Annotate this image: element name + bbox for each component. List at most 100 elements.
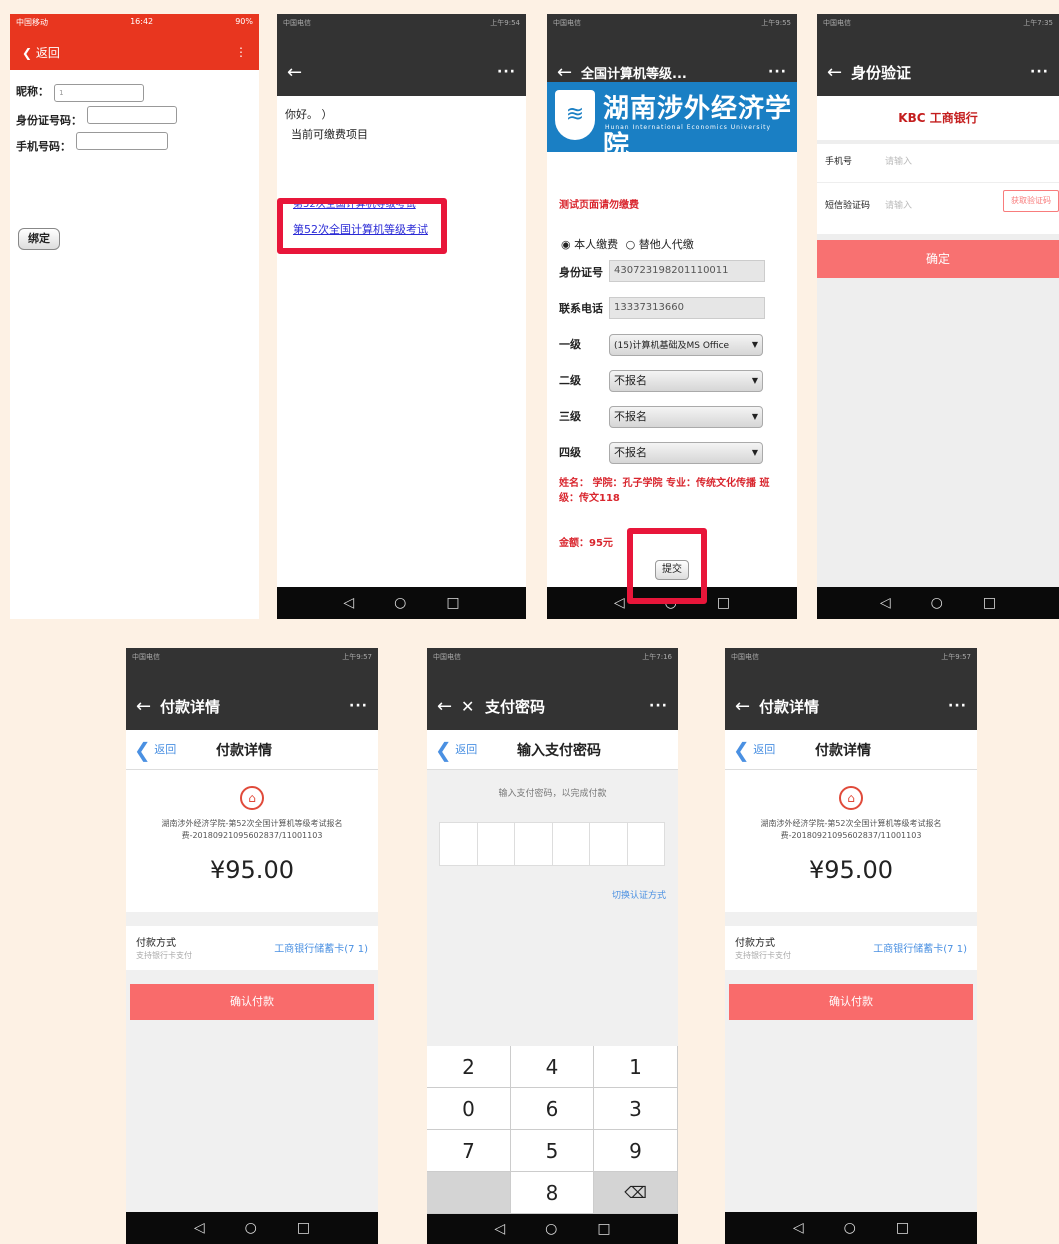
payment-method[interactable]: 付款方式 支持银行卡支付 工商银行储蓄卡(7 1): [725, 926, 977, 970]
title-bar: ← 身份验证 ···: [817, 48, 1059, 96]
switch-auth-link[interactable]: 切换认证方式: [612, 888, 666, 901]
phone-field[interactable]: [76, 132, 169, 150]
password-hint: 输入支付密码，以完成付款: [498, 789, 607, 799]
confirm-button[interactable]: 确定: [817, 240, 1059, 278]
key-7[interactable]: 7: [427, 1130, 511, 1172]
nav-bar: ◁ ○ □: [277, 587, 526, 619]
status-bar: 中国电信 上午9:57: [126, 648, 378, 682]
back-arrow-icon[interactable]: ←: [557, 62, 581, 83]
back-button[interactable]: ❮ 返回: [126, 738, 216, 762]
nav-back-icon[interactable]: ◁: [614, 595, 625, 611]
confirm-payment-button[interactable]: 确认付款: [130, 984, 374, 1020]
level3-select[interactable]: 不报名 ▼: [609, 406, 763, 428]
key-1[interactable]: 1: [594, 1046, 678, 1088]
id-field[interactable]: [87, 106, 178, 124]
key-4[interactable]: 4: [511, 1046, 594, 1088]
level2-select[interactable]: 不报名 ▼: [609, 370, 763, 392]
key-2[interactable]: 2: [427, 1046, 511, 1088]
more-icon[interactable]: ···: [768, 64, 787, 80]
section-title: 当前可缴费项目: [291, 128, 368, 141]
back-button[interactable]: ❮ 返回: [725, 738, 815, 762]
nav-home-icon[interactable]: ○: [545, 1221, 557, 1237]
more-icon[interactable]: ···: [349, 698, 368, 714]
status-bar: 中国电信 上午9:55: [547, 14, 797, 48]
more-icon[interactable]: ···: [649, 698, 668, 714]
back-arrow-icon[interactable]: ←: [287, 62, 311, 83]
payment-method[interactable]: 付款方式 支持银行卡支付 工商银行储蓄卡(7 1): [126, 926, 378, 970]
payment-amount: ¥95.00: [210, 856, 294, 884]
student-info: 姓名： 学院：孔子学院 专业：传统文化传播 班级：传文118: [559, 478, 770, 504]
nav-bar: ◁ ○ □: [817, 587, 1059, 619]
back-button[interactable]: ❮ 返回: [22, 44, 60, 61]
screen-projects: 中国电信 上午9:54 ← ··· 你好。 ） 当前可缴费项目 第52次全国计算机…: [277, 14, 526, 619]
merchant-logo-icon: ⌂: [839, 786, 863, 810]
number-keypad: 2 4 1 0 6 3 7 5 9 8 ⌫: [427, 1046, 678, 1214]
nav-recent-icon[interactable]: □: [717, 595, 730, 611]
nav-home-icon[interactable]: ○: [931, 595, 943, 611]
back-button[interactable]: ❮ 返回: [427, 738, 517, 762]
radio-proxy[interactable]: ○ 替他人代缴: [626, 238, 694, 251]
get-code-button[interactable]: 获取验证码: [1003, 190, 1059, 212]
key-3[interactable]: 3: [594, 1088, 678, 1130]
nav-recent-icon[interactable]: □: [597, 1221, 610, 1237]
screen-verify: 中国电信 上午7:35 ← 身份验证 ··· KBC 工商银行 手机号 请输入 短信…: [817, 14, 1059, 619]
order-description: 湖南涉外经济学院-第52次全国计算机等级考试报名费-20180921095602…: [161, 819, 343, 840]
nav-recent-icon[interactable]: □: [983, 595, 996, 611]
screen-pay-password: 中国电信 上午7:16 ← ✕ 支付密码 ··· ❮ 返回 输入支付密码 输入支付…: [427, 648, 678, 1244]
password-input[interactable]: [439, 822, 665, 866]
more-icon[interactable]: ⋮: [235, 45, 247, 59]
nav-back-icon[interactable]: ◁: [494, 1221, 505, 1237]
university-banner: ≋ 湖南涉外经济学院 Hunan International Economics…: [547, 82, 797, 161]
more-icon[interactable]: ···: [948, 698, 967, 714]
id-field[interactable]: 430723198201110011: [609, 260, 765, 282]
screen-payment-details-final: 中国电信 上午9:57 ← 付款详情 ··· ❮ 返回 付款详情 ⌂ 湖南涉外经济学…: [725, 648, 977, 1244]
nav-back-icon[interactable]: ◁: [194, 1220, 205, 1236]
title-bar: ❮ 返回 ⋮: [10, 34, 259, 70]
more-icon[interactable]: ···: [1030, 64, 1049, 80]
nav-back-icon[interactable]: ◁: [880, 595, 891, 611]
merchant-logo-icon: ⌂: [240, 786, 264, 810]
nickname-field[interactable]: 1: [54, 84, 145, 102]
back-arrow-icon[interactable]: ←: [827, 62, 851, 83]
phone-label: 手机号码：: [16, 140, 71, 153]
bind-button[interactable]: 绑定: [18, 228, 60, 250]
key-5[interactable]: 5: [511, 1130, 594, 1172]
back-arrow-icon[interactable]: ←: [437, 696, 461, 717]
confirm-payment-button[interactable]: 确认付款: [729, 984, 973, 1020]
amount-text: 金额：95元: [559, 538, 613, 549]
key-8[interactable]: 8: [511, 1172, 594, 1214]
nav-back-icon[interactable]: ◁: [343, 595, 354, 611]
nav-recent-icon[interactable]: □: [446, 595, 459, 611]
level1-select[interactable]: (15)计算机基础及MS Office ▼: [609, 334, 763, 356]
screen-registration: 中国电信 上午9:55 ← 全国计算机等级... ··· ≋ 湖南涉外经济学院 Hu…: [547, 14, 797, 619]
nav-home-icon[interactable]: ○: [844, 1220, 856, 1236]
nav-recent-icon[interactable]: □: [896, 1220, 909, 1236]
phone-input[interactable]: 请输入: [885, 154, 912, 167]
key-blank: [427, 1172, 511, 1214]
page-title: 测试页面请勿缴费: [559, 200, 639, 211]
key-6[interactable]: 6: [511, 1088, 594, 1130]
more-icon[interactable]: ···: [497, 64, 516, 80]
nav-home-icon[interactable]: ○: [394, 595, 406, 611]
phone-field[interactable]: 13337313660: [609, 297, 765, 319]
nav-back-icon[interactable]: ◁: [793, 1220, 804, 1236]
back-arrow-icon[interactable]: ←: [735, 696, 759, 717]
nav-recent-icon[interactable]: □: [297, 1220, 310, 1236]
key-9[interactable]: 9: [594, 1130, 678, 1172]
backspace-icon[interactable]: ⌫: [594, 1172, 678, 1214]
status-bar: 中国移动 16:42 90%: [10, 14, 259, 34]
code-input[interactable]: 请输入: [885, 198, 912, 211]
nav-bar: ◁ ○ □: [126, 1212, 378, 1244]
level4-select[interactable]: 不报名 ▼: [609, 442, 763, 464]
highlight-box: [277, 198, 447, 254]
title-bar: ← 付款详情 ···: [725, 682, 977, 730]
close-icon[interactable]: ✕: [461, 697, 485, 716]
nav-home-icon[interactable]: ○: [245, 1220, 257, 1236]
screen-payment-details: 中国电信 上午9:57 ← 付款详情 ··· ❮ 返回 付款详情 ⌂ 湖南涉外经济学…: [126, 648, 378, 1244]
id-label: 身份证号码：: [16, 114, 82, 127]
key-0[interactable]: 0: [427, 1088, 511, 1130]
payment-amount: ¥95.00: [809, 856, 893, 884]
title-bar: ← ✕ 支付密码 ···: [427, 682, 678, 730]
back-arrow-icon[interactable]: ←: [136, 696, 160, 717]
radio-self[interactable]: ◉ 本人缴费: [561, 238, 618, 251]
